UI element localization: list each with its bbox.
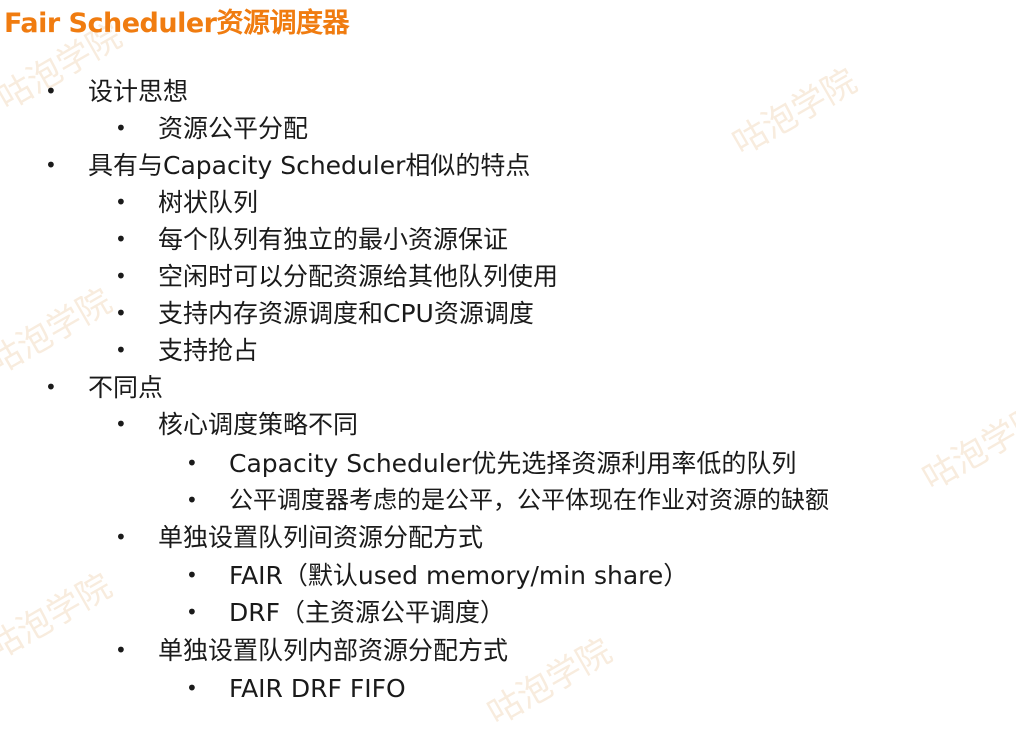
list-item-text: Capacity Scheduler优先选择资源利用率低的队列 <box>229 449 797 478</box>
list-item-text: 核心调度策略不同 <box>158 410 359 439</box>
list-item: • 树状队列 <box>115 184 259 221</box>
list-item-text: 单独设置队列内部资源分配方式 <box>158 636 509 665</box>
watermark: 咕泡学院 <box>725 61 864 164</box>
list-item: • DRF（主资源公平调度） <box>186 594 506 631</box>
list-item-text: FAIR（默认used memory/min share） <box>229 561 689 590</box>
bullet: • <box>45 375 57 399</box>
list-item: • 核心调度策略不同 <box>115 406 359 443</box>
list-item-text: 支持内存资源调度和CPU资源调度 <box>158 299 534 328</box>
bullet: • <box>186 600 198 624</box>
bullet: • <box>115 412 127 436</box>
bullet: • <box>186 676 198 700</box>
list-item: • FAIR（默认used memory/min share） <box>186 557 689 594</box>
list-item-text: 树状队列 <box>158 188 259 217</box>
list-item-text: 空闲时可以分配资源给其他队列使用 <box>158 262 559 291</box>
list-item-text: DRF（主资源公平调度） <box>229 598 506 627</box>
bullet: • <box>115 190 127 214</box>
bullet: • <box>45 153 57 177</box>
list-item: • 资源公平分配 <box>115 110 309 147</box>
bullet: • <box>45 79 57 103</box>
watermark: 咕泡学院 <box>0 566 119 669</box>
list-item: • 不同点 <box>45 369 164 406</box>
bullet: • <box>186 563 198 587</box>
list-item: • 具有与Capacity Scheduler相似的特点 <box>45 147 531 184</box>
list-item-text: 不同点 <box>88 373 164 402</box>
bullet: • <box>186 488 198 512</box>
list-item-text: 具有与Capacity Scheduler相似的特点 <box>88 151 531 180</box>
list-item-text: 设计思想 <box>88 77 189 106</box>
list-item-text: 每个队列有独立的最小资源保证 <box>158 225 509 254</box>
bullet: • <box>115 638 127 662</box>
list-item-text: 支持抢占 <box>158 336 259 365</box>
watermark: 咕泡学院 <box>915 396 1016 499</box>
list-item-text: 资源公平分配 <box>158 114 309 143</box>
bullet: • <box>186 451 198 475</box>
bullet: • <box>115 338 127 362</box>
slide-title: Fair Scheduler资源调度器 <box>4 8 349 39</box>
list-item-text: FAIR DRF FIFO <box>229 674 406 703</box>
list-item: • 空闲时可以分配资源给其他队列使用 <box>115 258 559 295</box>
list-item: • 公平调度器考虑的是公平，公平体现在作业对资源的缺额 <box>186 482 829 519</box>
list-item: • FAIR DRF FIFO <box>186 670 406 707</box>
list-item: • 设计思想 <box>45 73 189 110</box>
list-item-text: 单独设置队列间资源分配方式 <box>158 523 484 552</box>
list-item-text: 公平调度器考虑的是公平，公平体现在作业对资源的缺额 <box>229 486 829 514</box>
list-item: • 支持内存资源调度和CPU资源调度 <box>115 295 534 332</box>
list-item: • 单独设置队列内部资源分配方式 <box>115 632 509 669</box>
slide: 咕泡学院 咕泡学院 咕泡学院 咕泡学院 咕泡学院 咕泡学院 Fair Sched… <box>0 0 1016 734</box>
bullet: • <box>115 301 127 325</box>
bullet: • <box>115 227 127 251</box>
bullet: • <box>115 116 127 140</box>
bullet: • <box>115 264 127 288</box>
bullet: • <box>115 525 127 549</box>
list-item: • 每个队列有独立的最小资源保证 <box>115 221 509 258</box>
list-item: • Capacity Scheduler优先选择资源利用率低的队列 <box>186 445 797 482</box>
list-item: • 单独设置队列间资源分配方式 <box>115 519 484 556</box>
list-item: • 支持抢占 <box>115 332 259 369</box>
